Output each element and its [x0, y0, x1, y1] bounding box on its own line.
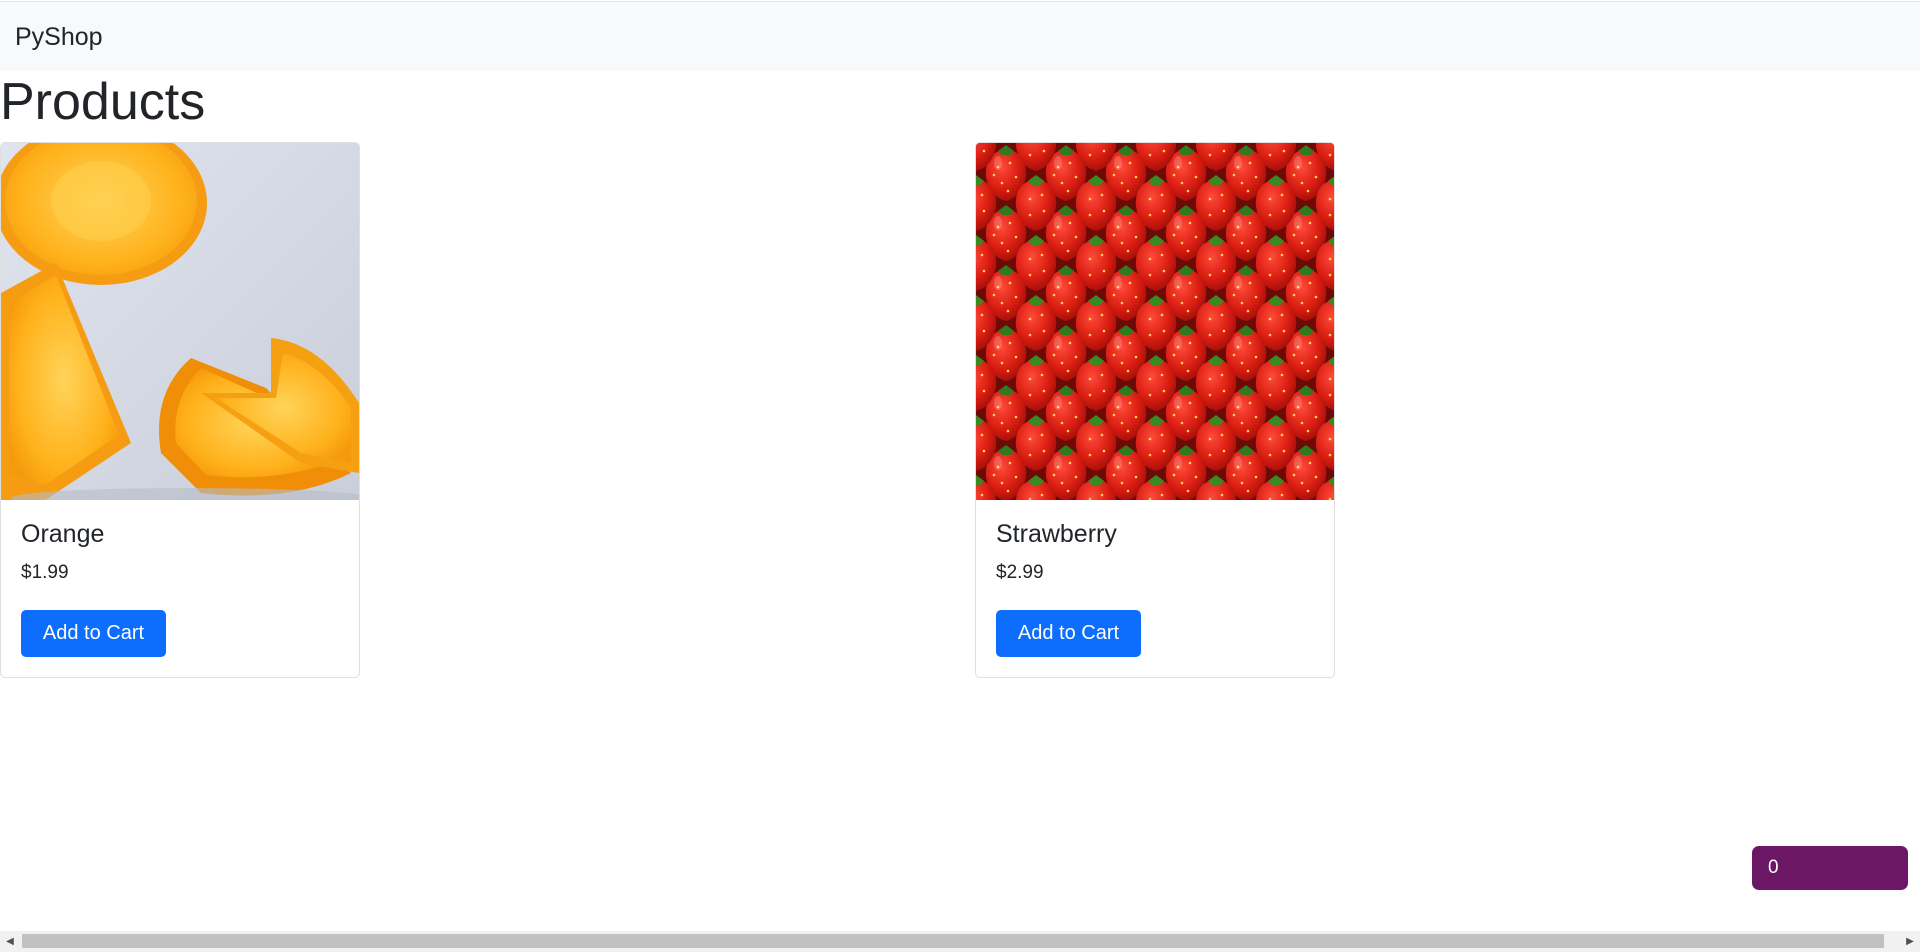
product-name: Orange	[21, 520, 105, 548]
scroll-left-arrow-icon[interactable]: ◀	[0, 931, 20, 952]
add-to-cart-button[interactable]: Add to Cart	[996, 610, 1141, 657]
horizontal-scrollbar[interactable]: ◀ ▶	[0, 931, 1920, 952]
navbar: PyShop	[0, 1, 1920, 71]
product-name: Strawberry	[996, 520, 1117, 548]
product-price: $2.99	[996, 562, 1044, 583]
page-title: Products	[0, 73, 206, 131]
product-card-orange: Orange $1.99 Add to Cart	[0, 142, 360, 678]
product-image-strawberry	[976, 143, 1334, 500]
scroll-right-arrow-icon[interactable]: ▶	[1900, 931, 1920, 952]
brand-link[interactable]: PyShop	[15, 22, 103, 52]
product-card-strawberry: Strawberry $2.99 Add to Cart	[975, 142, 1335, 678]
product-price: $1.99	[21, 562, 69, 583]
scrollbar-thumb[interactable]	[22, 934, 1884, 948]
cart-count-badge[interactable]: 0	[1752, 846, 1908, 890]
add-to-cart-button[interactable]: Add to Cart	[21, 610, 166, 657]
product-image-orange	[1, 143, 359, 500]
